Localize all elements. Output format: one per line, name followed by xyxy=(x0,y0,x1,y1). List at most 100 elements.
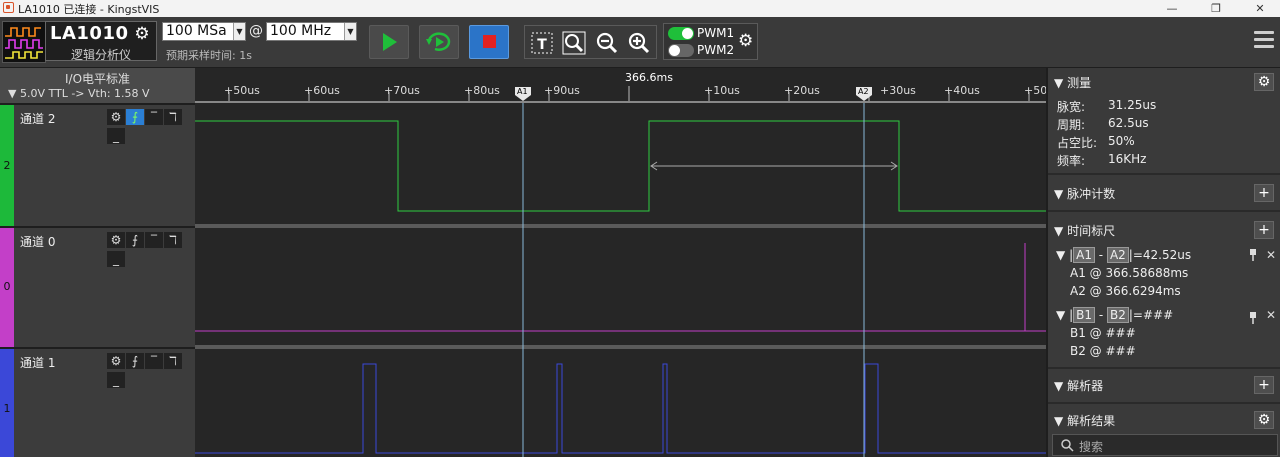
window-title: LA1010 已连接 - KingstVIS xyxy=(18,3,160,16)
tick-label: +40us xyxy=(944,84,980,97)
channel-name: 通道 2 xyxy=(20,112,56,126)
b1-time: B1 @ ### xyxy=(1070,326,1136,340)
device-settings-gear-icon[interactable]: ⚙ xyxy=(132,24,152,44)
time-ruler[interactable]: 366.6ms +50us +60us +70us +80us +90us +1… xyxy=(195,68,1048,103)
remove-a-pair-icon[interactable]: ✕ xyxy=(1266,248,1276,262)
falling-edge-trigger-icon[interactable]: ℸ xyxy=(164,353,182,369)
pwm1-toggle[interactable] xyxy=(668,27,694,40)
b2-tag[interactable]: B2 xyxy=(1106,307,1129,323)
high-level-trigger-icon[interactable]: ‾ xyxy=(145,232,163,248)
tick-label: +60us xyxy=(304,84,340,97)
collapse-icon[interactable]: ▼ xyxy=(1054,414,1063,428)
collapse-icon[interactable]: ▼ xyxy=(1054,187,1063,201)
timescale-section-header[interactable]: ▼ 时间标尺 + xyxy=(1048,219,1280,241)
text-tool-icon[interactable]: T xyxy=(529,30,555,56)
restore-button[interactable]: ❐ xyxy=(1198,0,1234,17)
pwm2-label: PWM2 xyxy=(697,43,735,57)
falling-edge-trigger-icon[interactable]: ℸ xyxy=(164,232,182,248)
sample-rate-select[interactable]: 100 MSa ▼ xyxy=(162,22,246,41)
expected-sample-time: 预期采样时间: 1s xyxy=(166,49,252,62)
add-timescale-button[interactable]: + xyxy=(1254,221,1274,239)
tick-label: +90us xyxy=(544,84,580,97)
measure-value-width: 31.25us xyxy=(1108,98,1157,112)
tick-label: +50 xyxy=(1024,84,1048,97)
zoom-in-icon[interactable] xyxy=(626,30,652,56)
measure-label-period: 周期: xyxy=(1057,118,1086,132)
decoder-section-header[interactable]: ▼ 解析器 + xyxy=(1048,374,1280,396)
device-name: LA1010 xyxy=(50,23,129,44)
pwm2-toggle[interactable] xyxy=(668,44,694,57)
low-level-trigger-icon[interactable]: _ xyxy=(107,128,125,144)
high-level-trigger-icon[interactable]: ‾ xyxy=(145,353,163,369)
decode-result-settings-gear-icon[interactable]: ⚙ xyxy=(1254,411,1274,429)
decode-result-title: 解析结果 xyxy=(1067,414,1116,428)
decode-result-section-header[interactable]: ▼ 解析结果 ⚙ xyxy=(1048,409,1280,431)
rising-edge-trigger-icon[interactable]: ⨍ xyxy=(126,109,144,125)
channel-tools: ⚙ ⨍ ‾ ℸ _ xyxy=(107,232,195,267)
rising-edge-trigger-icon[interactable]: ⨍ xyxy=(126,353,144,369)
cursor-a1-marker[interactable]: A1 xyxy=(515,86,531,101)
channel-settings-gear-icon[interactable]: ⚙ xyxy=(107,353,125,369)
a1-tag[interactable]: A1 xyxy=(1073,247,1095,263)
right-panel: ▼ 测量 ⚙ 脉宽: 31.25us 周期: 62.5us 占空比: 50% 频… xyxy=(1046,68,1280,457)
start-button[interactable] xyxy=(369,25,409,59)
cursor-a2-marker[interactable]: A2 xyxy=(856,86,872,101)
search-input[interactable]: 搜索 xyxy=(1052,434,1278,456)
chevron-down-icon: ▼ xyxy=(233,23,245,40)
stop-button[interactable] xyxy=(469,25,509,59)
logic-analyzer-logo-icon xyxy=(2,21,46,63)
measure-settings-gear-icon[interactable]: ⚙ xyxy=(1254,73,1274,91)
pin-icon[interactable] xyxy=(1248,249,1258,264)
pwm1-label: PWM1 xyxy=(697,26,735,40)
add-pulse-count-button[interactable]: + xyxy=(1254,184,1274,202)
channel-1-waveform xyxy=(195,363,1046,454)
a2-tag[interactable]: A2 xyxy=(1106,247,1129,263)
minimize-button[interactable]: — xyxy=(1154,0,1190,17)
zoom-fit-icon[interactable] xyxy=(561,30,587,56)
frequency-select[interactable]: 100 MHz ▼ xyxy=(266,22,357,41)
app-icon xyxy=(3,2,14,13)
remove-b-pair-icon[interactable]: ✕ xyxy=(1266,308,1276,322)
b2-time: B2 @ ### xyxy=(1070,344,1136,358)
zoom-out-icon[interactable] xyxy=(594,30,620,56)
measure-section-header[interactable]: ▼ 测量 ⚙ xyxy=(1048,71,1280,93)
hamburger-menu-icon[interactable] xyxy=(1254,31,1274,53)
low-level-trigger-icon[interactable]: _ xyxy=(107,251,125,267)
pwm-settings-gear-icon[interactable]: ⚙ xyxy=(738,31,756,51)
collapse-icon[interactable]: ▼ xyxy=(1056,248,1065,262)
voltage-threshold-select[interactable]: ▼ 5.0V TTL -> Vth: 1.58 V xyxy=(8,87,150,100)
collapse-icon[interactable]: ▼ xyxy=(1054,76,1063,90)
close-button[interactable]: ✕ xyxy=(1242,0,1278,17)
channel-tools: ⚙ ⨍ ‾ ℸ _ xyxy=(107,353,195,388)
io-standard-label: I/O电平标准 xyxy=(64,72,131,86)
title-bar: LA1010 已连接 - KingstVIS — ❐ ✕ xyxy=(0,0,1280,17)
channel-0-waveform xyxy=(195,243,1046,332)
chevron-down-icon: ▼ xyxy=(344,23,356,40)
b-pair-row[interactable]: ▼ | B1 - B2 |=### xyxy=(1056,307,1173,323)
waveform-area[interactable] xyxy=(195,103,1046,457)
sample-rate-value: 100 MSa xyxy=(166,23,227,39)
a-pair-row[interactable]: ▼ | A1 - A2 |=42.52us xyxy=(1056,247,1191,263)
device-selector[interactable]: LA1010 ⚙ 逻辑分析仪 xyxy=(45,21,157,62)
collapse-icon[interactable]: ▼ xyxy=(1054,224,1063,238)
collapse-icon[interactable]: ▼ xyxy=(1056,308,1065,322)
frequency-value: 100 MHz xyxy=(270,23,332,39)
a2-time: A2 @ 366.6294ms xyxy=(1070,284,1181,298)
pin-icon[interactable] xyxy=(1248,309,1258,328)
search-icon xyxy=(1061,439,1074,452)
stop-icon xyxy=(483,35,496,48)
add-decoder-button[interactable]: + xyxy=(1254,376,1274,394)
rising-edge-trigger-icon[interactable]: ⨍ xyxy=(126,232,144,248)
collapse-icon[interactable]: ▼ xyxy=(1054,379,1063,393)
falling-edge-trigger-icon[interactable]: ℸ xyxy=(164,109,182,125)
tick-label: +80us xyxy=(464,84,500,97)
pulse-count-title: 脉冲计数 xyxy=(1067,187,1116,201)
high-level-trigger-icon[interactable]: ‾ xyxy=(145,109,163,125)
continuous-start-button[interactable] xyxy=(419,25,459,59)
svg-text:T: T xyxy=(537,37,547,53)
pulse-count-section-header[interactable]: ▼ 脉冲计数 + xyxy=(1048,182,1280,204)
low-level-trigger-icon[interactable]: _ xyxy=(107,372,125,388)
channel-settings-gear-icon[interactable]: ⚙ xyxy=(107,109,125,125)
b1-tag[interactable]: B1 xyxy=(1073,307,1095,323)
channel-settings-gear-icon[interactable]: ⚙ xyxy=(107,232,125,248)
